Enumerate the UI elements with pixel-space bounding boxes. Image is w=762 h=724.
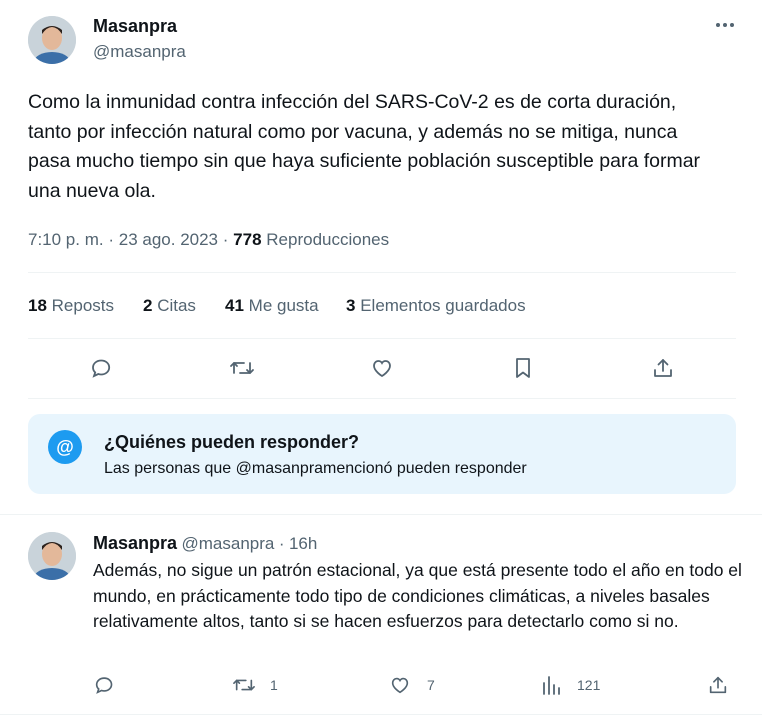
avatar[interactable] [28, 16, 76, 64]
views-icon [541, 674, 561, 696]
stat-label: Reposts [51, 296, 115, 315]
author-name[interactable]: Masanpra [93, 533, 177, 553]
reply-restriction-notice: @ ¿Quiénes pueden responder? Las persona… [28, 414, 736, 494]
avatar[interactable] [28, 532, 76, 580]
retweet-icon [232, 674, 256, 696]
author-handle[interactable]: @masanpra [93, 42, 186, 62]
divider [28, 338, 736, 339]
stat-count: 41 [225, 296, 244, 315]
views-button[interactable]: 121 [541, 674, 600, 696]
stat-label: Citas [157, 296, 196, 315]
stat-quotes[interactable]: 2 Citas [143, 296, 196, 316]
more-horizontal-icon[interactable] [714, 14, 736, 42]
reply-text: Además, no sigue un patrón estacional, y… [93, 560, 742, 631]
divider [28, 398, 736, 399]
share-icon[interactable] [707, 674, 729, 696]
like-icon [389, 674, 411, 696]
tweet-time[interactable]: 7:10 p. m. [28, 230, 104, 249]
stat-count: 18 [28, 296, 47, 315]
bookmark-icon[interactable] [511, 356, 535, 380]
meta-separator: · [108, 230, 115, 249]
meta-separator: · [278, 534, 285, 553]
reply-header: Masanpra @masanpra · 16h [93, 533, 317, 554]
author-handle[interactable]: @masanpra [182, 534, 275, 553]
reply-icon[interactable] [89, 356, 113, 380]
author-name[interactable]: Masanpra [93, 16, 177, 37]
like-icon[interactable] [370, 356, 394, 380]
views-label: Reproducciones [266, 230, 390, 249]
stat-likes[interactable]: 41 Me gusta [225, 296, 319, 316]
stat-bookmarks[interactable]: 3 Elementos guardados [346, 296, 526, 316]
tweet-date[interactable]: 23 ago. 2023 [119, 230, 218, 249]
retweet-count: 1 [270, 677, 278, 693]
at-icon: @ [48, 430, 82, 464]
views-count: 121 [577, 677, 601, 693]
share-icon[interactable] [651, 356, 675, 380]
stat-label: Elementos guardados [360, 296, 526, 315]
reply-time[interactable]: 16h [289, 534, 317, 553]
divider [0, 514, 762, 515]
stat-reposts[interactable]: 18 Reposts [28, 296, 114, 316]
like-button[interactable]: 7 [389, 674, 435, 696]
retweet-button[interactable]: 1 [232, 674, 278, 696]
views-count: 778 [233, 230, 262, 249]
stat-count: 2 [143, 296, 153, 315]
notice-title: ¿Quiénes pueden responder? [104, 432, 360, 452]
retweet-icon[interactable] [229, 356, 255, 380]
tweet-text: Como la inmunidad contra infección del S… [28, 91, 701, 202]
stat-count: 3 [346, 296, 356, 315]
meta-separator: · [222, 230, 229, 249]
divider [28, 272, 736, 273]
notice-subtitle: Las personas que @masanpramencionó puede… [104, 460, 527, 477]
stat-label: Me gusta [248, 296, 319, 315]
divider [0, 714, 762, 715]
reply-icon[interactable] [93, 674, 123, 696]
like-count: 7 [427, 677, 435, 693]
tweet-meta: 7:10 p. m. · 23 ago. 2023 · 778 Reproduc… [28, 230, 389, 250]
